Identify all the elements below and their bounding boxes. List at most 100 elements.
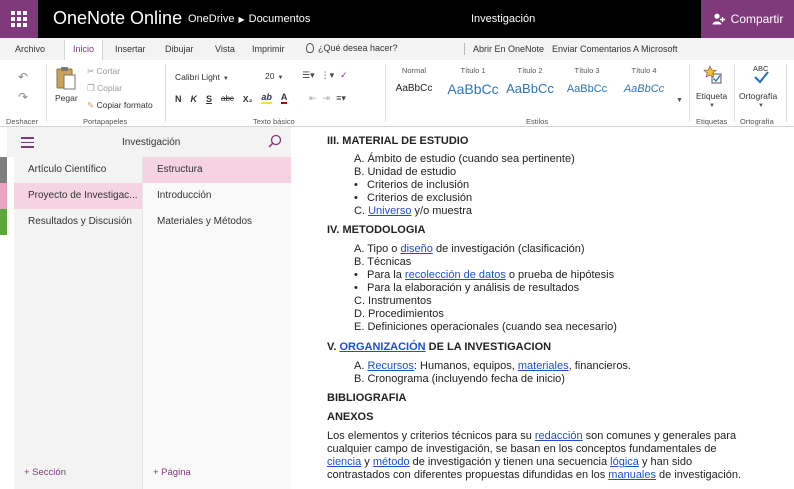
chevron-down-icon[interactable]: ▼ (758, 103, 764, 109)
style-normal[interactable]: Normal AaBbCc (386, 66, 442, 94)
divider (464, 43, 465, 55)
group-separator (46, 64, 47, 122)
tag-star-icon[interactable] (703, 65, 723, 85)
bullets-icon[interactable]: ☰▾ (302, 70, 315, 81)
universo-link[interactable]: Universo (368, 205, 411, 217)
spelling-button[interactable]: Ortografía (739, 91, 777, 101)
font-name-select[interactable]: Calibri Light ▼ (171, 69, 257, 84)
spelling-icon[interactable]: ABC (750, 64, 772, 86)
logica-link[interactable]: lógica (610, 456, 639, 468)
organizacion-link[interactable]: ORGANIZACIÓN (339, 341, 425, 353)
manuales-link[interactable]: manuales (608, 469, 656, 481)
italic-button[interactable]: K (191, 94, 198, 104)
basic-text-group-label: Texto básico (253, 117, 295, 126)
format-buttons: N K S abc X₂ ab A (175, 93, 288, 104)
highlight-button[interactable]: ab (261, 93, 272, 104)
group-separator (734, 64, 735, 122)
send-feedback-link[interactable]: Enviar Comentarios A Microsoft (552, 44, 678, 54)
style-heading-3[interactable]: Título 3 AaBbCc (559, 66, 615, 95)
chevron-down-icon: ▼ (222, 76, 229, 82)
paste-icon[interactable] (56, 66, 76, 90)
page-item[interactable]: Estructura (143, 157, 291, 183)
section-item[interactable]: Proyecto de Investigac... (14, 183, 142, 209)
redaccion-link[interactable]: redacción (535, 430, 583, 442)
page-item[interactable]: Materiales y Métodos (143, 209, 291, 235)
notebook-name: Investigación (122, 137, 181, 148)
paragraph-line: ciencia y método de investigación y tien… (327, 456, 693, 468)
tag-todo-icon[interactable]: ✓ (340, 70, 348, 81)
style-heading-4[interactable]: Título 4 AaBbCc (616, 66, 672, 95)
materiales-link[interactable]: materiales (518, 360, 569, 372)
diseno-link[interactable]: diseño (400, 243, 432, 255)
section-item[interactable]: Artículo Científico (14, 157, 142, 183)
add-page-button[interactable]: + Página (153, 467, 191, 478)
ciencia-link[interactable]: ciencia (327, 456, 361, 468)
list-item: C. Instrumentos (354, 295, 432, 307)
search-icon[interactable] (268, 134, 282, 148)
tab-dibujar[interactable]: Dibujar (165, 44, 194, 54)
tab-insertar[interactable]: Insertar (115, 44, 146, 54)
heading-organizacion: V. ORGANIZACIÓN DE LA INVESTIGACION (327, 341, 552, 353)
style-heading-1[interactable]: Título 1 AaBbCc (445, 66, 501, 97)
share-label: Compartir (730, 12, 784, 26)
copy-icon: ❐ (87, 83, 97, 93)
share-button[interactable]: Compartir (701, 0, 794, 38)
subscript-button[interactable]: X₂ (243, 94, 252, 104)
top-bar: OneNote Online OneDrive ▶ Documentos Inv… (0, 0, 794, 38)
undo-icon[interactable]: ↶ (18, 70, 28, 84)
paragraph-line: cualquier campo de investigación, se bas… (327, 443, 717, 455)
add-section-button[interactable]: + Sección (24, 467, 66, 478)
navigation-header: Investigación (7, 127, 291, 157)
list-item: Criterios de inclusión (354, 179, 469, 192)
list-item: C. Universo y/o muestra (354, 205, 472, 217)
page-content[interactable]: III. MATERIAL DE ESTUDIO A. Ámbito de es… (291, 127, 794, 489)
section-item[interactable]: Resultados y Discusión (14, 209, 142, 235)
breadcrumb: OneDrive ▶ Documentos (188, 13, 310, 25)
heading-metodologia: IV. METODOLOGIA (327, 224, 426, 236)
paragraph-line: contrastados con diferentes propuestas d… (327, 469, 741, 481)
list-item: A. Recursos: Humanos, equipos, materiale… (354, 360, 631, 372)
tell-me-box[interactable]: ¿Qué desea hacer? (306, 43, 398, 53)
tab-vista[interactable]: Vista (215, 44, 235, 54)
waffle-icon (11, 11, 27, 27)
open-in-onenote-link[interactable]: Abrir En OneNote (473, 44, 544, 54)
format-painter-button[interactable]: ✎ Copiar formato (87, 100, 153, 111)
spelling-group-label: Ortografía (740, 117, 774, 126)
font-size-select[interactable]: 20 ▼ (262, 69, 298, 84)
list-item: Para la recolección de datos o prueba de… (354, 269, 614, 282)
heading-anexos: ANEXOS (327, 411, 374, 423)
recoleccion-link[interactable]: recolección de datos (405, 269, 506, 281)
ribbon-tabs: Archivo Inicio Insertar Dibujar Vista Im… (0, 38, 794, 60)
tab-inicio[interactable]: Inicio (64, 40, 104, 60)
breadcrumb-documentos[interactable]: Documentos (249, 13, 311, 25)
underline-button[interactable]: S (206, 94, 212, 104)
chevron-down-icon[interactable]: ▼ (709, 103, 715, 109)
paste-button[interactable]: Pegar (55, 93, 78, 103)
recursos-link[interactable]: Recursos (367, 360, 413, 372)
indent-icon[interactable]: ⇥ (323, 93, 331, 104)
cut-button[interactable]: ✂ Cortar (87, 66, 120, 77)
redo-icon[interactable]: ↷ (18, 90, 28, 104)
outdent-icon[interactable]: ⇤ (309, 93, 317, 104)
numbering-icon[interactable]: ⋮▾ (321, 70, 335, 81)
list-item: D. Procedimientos (354, 308, 444, 320)
font-color-button[interactable]: A (280, 93, 288, 104)
tab-imprimir[interactable]: Imprimir (252, 44, 285, 54)
bold-button[interactable]: N (175, 94, 182, 104)
tag-button[interactable]: Etiqueta (696, 91, 727, 101)
app-name[interactable]: OneNote Online (53, 8, 182, 29)
app-launcher-button[interactable] (0, 0, 38, 38)
hamburger-menu-icon[interactable] (21, 137, 34, 151)
tab-archivo[interactable]: Archivo (15, 44, 45, 54)
styles-more-icon[interactable]: ▼ (676, 97, 683, 104)
page-item[interactable]: Introducción (143, 183, 291, 209)
style-heading-2[interactable]: Título 2 AaBbCc (502, 66, 558, 96)
copy-button[interactable]: ❐ Copiar (87, 83, 122, 94)
section-color-tab (0, 157, 7, 183)
strikethrough-button[interactable]: abc (221, 94, 234, 103)
breadcrumb-onedrive[interactable]: OneDrive (188, 13, 234, 25)
indent-buttons: ⇤ ⇥ ≡▾ (309, 93, 346, 104)
align-icon[interactable]: ≡▾ (336, 93, 346, 104)
metodo-link[interactable]: método (373, 456, 410, 468)
styles-group-label: Estilos (526, 117, 549, 126)
